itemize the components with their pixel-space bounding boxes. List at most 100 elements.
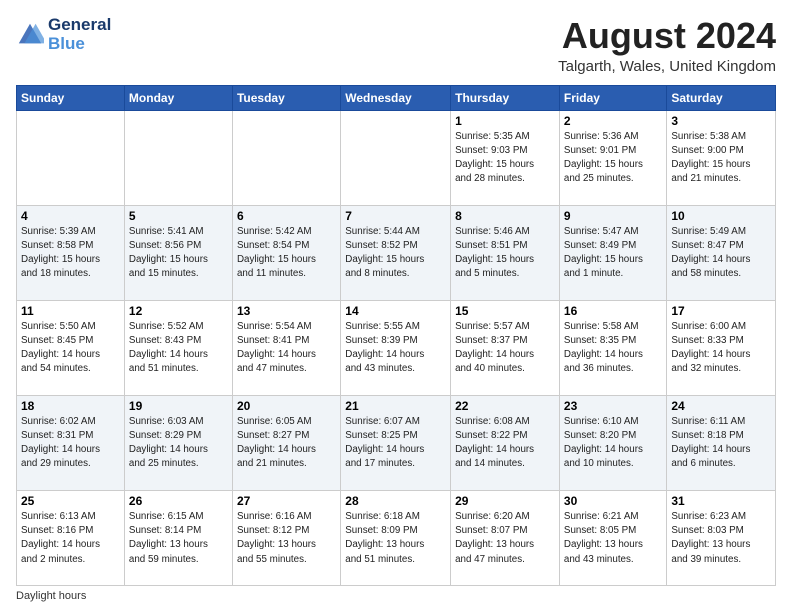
page: General Blue August 2024 Talgarth, Wales…	[0, 0, 792, 612]
day-number: 12	[129, 304, 228, 318]
day-number: 23	[564, 399, 662, 413]
calendar-header-sunday: Sunday	[17, 85, 125, 110]
day-number: 1	[455, 114, 555, 128]
calendar-cell: 31 Sunrise: 6:23 AM Sunset: 8:03 PM Dayli…	[667, 490, 776, 585]
day-number: 10	[671, 209, 771, 223]
calendar-cell: 8Sunrise: 5:46 AM Sunset: 8:51 PM Daylig…	[451, 205, 560, 300]
calendar-cell	[124, 110, 232, 205]
day-number: 6	[237, 209, 336, 223]
day-info: Sunrise: 5:58 AM Sunset: 8:35 PM Dayligh…	[564, 320, 662, 377]
day-number: 17	[671, 304, 771, 318]
footer-note: Daylight hours	[16, 590, 776, 602]
calendar-cell: 10 Sunrise: 5:49 AM Sunset: 8:47 PM Dayli…	[667, 205, 776, 300]
calendar-week-row: 18Sunrise: 6:02 AM Sunset: 8:31 PM Dayli…	[17, 395, 776, 490]
day-info: Sunrise: 5:36 AM Sunset: 9:01 PM Dayligh…	[564, 130, 662, 187]
day-number: 5	[129, 209, 228, 223]
day-info: Sunrise: 6:03 AM Sunset: 8:29 PM Dayligh…	[129, 415, 228, 472]
calendar-header-row: SundayMondayTuesdayWednesdayThursdayFrid…	[17, 85, 776, 110]
calendar-cell: 26 Sunrise: 6:15 AM Sunset: 8:14 PM Dayli…	[124, 490, 232, 585]
calendar-cell: 23Sunrise: 6:10 AM Sunset: 8:20 PM Dayli…	[559, 395, 666, 490]
day-info: Sunrise: 5:49 AM Sunset: 8:47 PM Dayligh…	[671, 225, 771, 282]
calendar-cell: 17Sunrise: 6:00 AM Sunset: 8:33 PM Dayli…	[667, 300, 776, 395]
day-info: Sunrise: 6:16 AM Sunset: 8:12 PM Dayligh…	[237, 510, 336, 567]
calendar-cell: 3Sunrise: 5:38 AM Sunset: 9:00 PM Daylig…	[667, 110, 776, 205]
day-info: Sunrise: 6:13 AM Sunset: 8:16 PM Dayligh…	[21, 510, 120, 567]
day-number: 14	[345, 304, 446, 318]
calendar-header-saturday: Saturday	[667, 85, 776, 110]
calendar-cell: 11Sunrise: 5:50 AM Sunset: 8:45 PM Dayli…	[17, 300, 125, 395]
day-number: 15	[455, 304, 555, 318]
calendar-cell: 13 Sunrise: 5:54 AM Sunset: 8:41 PM Dayli…	[232, 300, 340, 395]
calendar-cell: 15 Sunrise: 5:57 AM Sunset: 8:37 PM Dayli…	[451, 300, 560, 395]
calendar-cell: 28 Sunrise: 6:18 AM Sunset: 8:09 PM Dayli…	[341, 490, 451, 585]
day-info: Sunrise: 5:52 AM Sunset: 8:43 PM Dayligh…	[129, 320, 228, 377]
calendar-cell: 16 Sunrise: 5:58 AM Sunset: 8:35 PM Dayli…	[559, 300, 666, 395]
day-number: 26	[129, 494, 228, 508]
day-number: 24	[671, 399, 771, 413]
logo-icon	[16, 21, 44, 49]
day-number: 16	[564, 304, 662, 318]
calendar-cell: 7 Sunrise: 5:44 AM Sunset: 8:52 PM Daylig…	[341, 205, 451, 300]
calendar-header-thursday: Thursday	[451, 85, 560, 110]
day-info: Sunrise: 5:39 AM Sunset: 8:58 PM Dayligh…	[21, 225, 120, 282]
day-info: Sunrise: 5:42 AM Sunset: 8:54 PM Dayligh…	[237, 225, 336, 282]
day-number: 8	[455, 209, 555, 223]
day-info: Sunrise: 6:08 AM Sunset: 8:22 PM Dayligh…	[455, 415, 555, 472]
day-info: Sunrise: 5:38 AM Sunset: 9:00 PM Dayligh…	[671, 130, 771, 187]
day-info: Sunrise: 5:41 AM Sunset: 8:56 PM Dayligh…	[129, 225, 228, 282]
day-info: Sunrise: 5:54 AM Sunset: 8:41 PM Dayligh…	[237, 320, 336, 377]
day-number: 18	[21, 399, 120, 413]
day-number: 4	[21, 209, 120, 223]
title-block: August 2024 Talgarth, Wales, United King…	[558, 16, 776, 75]
day-info: Sunrise: 6:20 AM Sunset: 8:07 PM Dayligh…	[455, 510, 555, 567]
calendar-cell: 9Sunrise: 5:47 AM Sunset: 8:49 PM Daylig…	[559, 205, 666, 300]
day-number: 29	[455, 494, 555, 508]
calendar-cell: 24Sunrise: 6:11 AM Sunset: 8:18 PM Dayli…	[667, 395, 776, 490]
day-number: 11	[21, 304, 120, 318]
day-number: 31	[671, 494, 771, 508]
calendar-cell: 2Sunrise: 5:36 AM Sunset: 9:01 PM Daylig…	[559, 110, 666, 205]
footer-note-text: Daylight hours	[16, 590, 86, 602]
logo: General Blue	[16, 16, 111, 53]
calendar-week-row: 11Sunrise: 5:50 AM Sunset: 8:45 PM Dayli…	[17, 300, 776, 395]
calendar-cell	[341, 110, 451, 205]
header: General Blue August 2024 Talgarth, Wales…	[16, 16, 776, 75]
day-info: Sunrise: 5:55 AM Sunset: 8:39 PM Dayligh…	[345, 320, 446, 377]
calendar-cell	[232, 110, 340, 205]
day-number: 28	[345, 494, 446, 508]
day-info: Sunrise: 6:23 AM Sunset: 8:03 PM Dayligh…	[671, 510, 771, 567]
day-info: Sunrise: 5:35 AM Sunset: 9:03 PM Dayligh…	[455, 130, 555, 187]
day-info: Sunrise: 5:57 AM Sunset: 8:37 PM Dayligh…	[455, 320, 555, 377]
day-info: Sunrise: 5:47 AM Sunset: 8:49 PM Dayligh…	[564, 225, 662, 282]
day-number: 7	[345, 209, 446, 223]
day-number: 21	[345, 399, 446, 413]
day-info: Sunrise: 6:05 AM Sunset: 8:27 PM Dayligh…	[237, 415, 336, 472]
calendar-cell: 25 Sunrise: 6:13 AM Sunset: 8:16 PM Dayli…	[17, 490, 125, 585]
calendar-week-row: 25 Sunrise: 6:13 AM Sunset: 8:16 PM Dayli…	[17, 490, 776, 585]
day-number: 13	[237, 304, 336, 318]
calendar-week-row: 1 Sunrise: 5:35 AM Sunset: 9:03 PM Daylig…	[17, 110, 776, 205]
logo-text: General Blue	[48, 16, 111, 53]
calendar-header-tuesday: Tuesday	[232, 85, 340, 110]
calendar-cell: 1 Sunrise: 5:35 AM Sunset: 9:03 PM Daylig…	[451, 110, 560, 205]
calendar-cell: 12 Sunrise: 5:52 AM Sunset: 8:43 PM Dayli…	[124, 300, 232, 395]
calendar-cell: 4 Sunrise: 5:39 AM Sunset: 8:58 PM Daylig…	[17, 205, 125, 300]
day-number: 30	[564, 494, 662, 508]
day-info: Sunrise: 6:07 AM Sunset: 8:25 PM Dayligh…	[345, 415, 446, 472]
calendar-cell: 5 Sunrise: 5:41 AM Sunset: 8:56 PM Daylig…	[124, 205, 232, 300]
day-info: Sunrise: 6:18 AM Sunset: 8:09 PM Dayligh…	[345, 510, 446, 567]
day-info: Sunrise: 5:44 AM Sunset: 8:52 PM Dayligh…	[345, 225, 446, 282]
day-info: Sunrise: 6:21 AM Sunset: 8:05 PM Dayligh…	[564, 510, 662, 567]
day-info: Sunrise: 6:15 AM Sunset: 8:14 PM Dayligh…	[129, 510, 228, 567]
calendar-cell: 30 Sunrise: 6:21 AM Sunset: 8:05 PM Dayli…	[559, 490, 666, 585]
location: Talgarth, Wales, United Kingdom	[558, 58, 776, 75]
calendar-header-wednesday: Wednesday	[341, 85, 451, 110]
month-title: August 2024	[558, 16, 776, 56]
calendar-cell: 14 Sunrise: 5:55 AM Sunset: 8:39 PM Dayli…	[341, 300, 451, 395]
calendar-header-friday: Friday	[559, 85, 666, 110]
calendar-cell: 20Sunrise: 6:05 AM Sunset: 8:27 PM Dayli…	[232, 395, 340, 490]
calendar-cell: 22Sunrise: 6:08 AM Sunset: 8:22 PM Dayli…	[451, 395, 560, 490]
day-number: 25	[21, 494, 120, 508]
day-number: 19	[129, 399, 228, 413]
calendar: SundayMondayTuesdayWednesdayThursdayFrid…	[16, 85, 776, 586]
